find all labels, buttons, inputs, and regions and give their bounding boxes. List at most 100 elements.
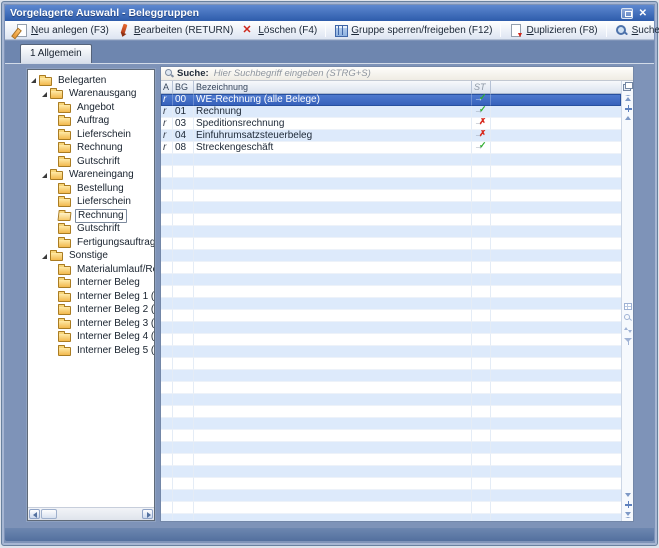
table-row[interactable]: r 01 Rechnung	[161, 106, 621, 118]
cell-filler	[491, 154, 621, 166]
tab-allgemein[interactable]: 1 Allgemein	[20, 44, 92, 63]
cell-bg	[173, 214, 194, 226]
suchen-button[interactable]: Suchen (STRG+S)	[611, 22, 659, 39]
cell-bezeichnung	[194, 370, 472, 382]
bearbeiten-button[interactable]: Bearbeiten (RETURN)	[113, 22, 237, 39]
window-title: Vorgelagerte Auswahl - Beleggruppen	[10, 7, 200, 19]
cell-filler	[491, 274, 621, 286]
cell-bezeichnung	[194, 250, 472, 262]
tree-item[interactable]: Angebot	[28, 101, 154, 115]
table-row-empty	[161, 250, 621, 262]
folder-icon	[58, 277, 71, 289]
cell-filler	[491, 394, 621, 406]
loeschen-button[interactable]: Löschen (F4)	[237, 22, 321, 39]
scroll-page-up-icon[interactable]	[624, 105, 632, 112]
column-header-a[interactable]: A	[161, 81, 173, 94]
cell-bg	[173, 190, 194, 202]
cell-status	[472, 214, 491, 226]
tree-item[interactable]: Wareneingang	[28, 169, 154, 183]
column-header-st[interactable]: ST	[472, 81, 491, 94]
column-header-bg[interactable]: BG	[173, 81, 194, 94]
filter-icon[interactable]	[624, 338, 632, 346]
folder-icon	[58, 196, 71, 208]
column-header-bezeichnung[interactable]: Bezeichnung	[194, 81, 472, 94]
tree-horizontal-scrollbar[interactable]	[28, 507, 154, 520]
cell-status	[472, 490, 491, 502]
close-window-icon[interactable]	[637, 8, 649, 19]
cell-bg: 01	[173, 106, 194, 118]
tree-item[interactable]: Interner Beleg	[28, 277, 154, 291]
table-row[interactable]: r 08 Streckengeschäft	[161, 142, 621, 154]
tree-item[interactable]: Lieferschein	[28, 128, 154, 142]
window-bottom-border	[5, 528, 654, 541]
cell-bg	[173, 358, 194, 370]
cell-status	[472, 466, 491, 478]
tree-item[interactable]: Lieferschein	[28, 196, 154, 210]
tree-item[interactable]: Sonstige	[28, 250, 154, 264]
tree-item-label: Fertigungsauftrag (PPS)	[77, 236, 154, 248]
cell-a	[161, 454, 173, 466]
search-row-icon[interactable]	[624, 314, 632, 322]
tree-item-label: Wareneingang	[69, 169, 134, 181]
scroll-up-icon[interactable]	[625, 116, 631, 120]
table-row[interactable]: r 04 Einfuhrumsatzsteuerbeleg	[161, 130, 621, 142]
tree-item[interactable]: Warenausgang	[28, 88, 154, 102]
sort-icon[interactable]	[624, 326, 632, 334]
duplizieren-button-label: Duplizieren (F8)	[526, 24, 598, 36]
tree-item[interactable]: Interner Beleg 3 (PPS)	[28, 317, 154, 331]
tree-item[interactable]: Rechnung	[28, 208, 154, 223]
tree-item[interactable]: Interner Beleg 2 (PPS)	[28, 304, 154, 318]
loeschen-button-label: Löschen (F4)	[258, 24, 318, 36]
cell-bezeichnung: Rechnung	[194, 106, 472, 118]
tree-item-label: Rechnung	[77, 142, 123, 154]
tree-item[interactable]: Bestellung	[28, 182, 154, 196]
gruppe-sperren-button[interactable]: Gruppe sperren/freigeben (F12)	[330, 22, 496, 39]
cell-status	[472, 94, 491, 106]
table-row-empty	[161, 454, 621, 466]
toolbar-separator	[325, 23, 327, 37]
table-row[interactable]: r 00 WE-Rechnung (alle Belege)	[161, 94, 621, 106]
cell-bg	[173, 226, 194, 238]
tree-item[interactable]: Belegarten	[28, 74, 154, 88]
tree-item[interactable]: Interner Beleg 5 (PPS)	[28, 344, 154, 358]
cell-bg	[173, 334, 194, 346]
scroll-left-icon[interactable]	[29, 509, 40, 519]
cell-a	[161, 262, 173, 274]
cell-status	[472, 130, 491, 142]
duplizieren-button[interactable]: Duplizieren (F8)	[505, 22, 601, 39]
tree-item[interactable]: Fertigungsauftrag (PPS)	[28, 236, 154, 250]
restore-window-icon[interactable]	[620, 7, 633, 19]
cell-filler	[491, 238, 621, 250]
scroll-to-top-icon[interactable]	[625, 95, 631, 101]
arrow-green-check-icon	[474, 142, 488, 152]
scroll-to-bottom-icon[interactable]	[625, 512, 631, 518]
column-chooser-icon[interactable]	[623, 82, 633, 91]
search-bar[interactable]: Suche: Hier Suchbegriff eingeben (STRG+S…	[161, 67, 633, 81]
tree-item[interactable]: Gutschrift	[28, 155, 154, 169]
cell-status	[472, 322, 491, 334]
cell-bg	[173, 202, 194, 214]
scrollbar-thumb[interactable]	[41, 509, 57, 519]
neu-anlegen-button[interactable]: Neu anlegen (F3)	[10, 22, 113, 39]
scroll-page-down-icon[interactable]	[624, 501, 632, 508]
scroll-right-icon[interactable]	[142, 509, 153, 519]
cell-filler	[491, 358, 621, 370]
tree-item[interactable]: Gutschrift	[28, 223, 154, 237]
delete-x-icon	[241, 24, 254, 37]
tree-item[interactable]: Interner Beleg 4 (PPS)	[28, 331, 154, 345]
cell-bg	[173, 418, 194, 430]
tree-item[interactable]: Interner Beleg 1 (PPS)	[28, 290, 154, 304]
table-row-empty	[161, 370, 621, 382]
scroll-down-icon[interactable]	[625, 493, 631, 497]
suchen-button-label: Suchen (STRG+S)	[631, 24, 659, 36]
tree-item[interactable]: Materialumlauf/Reparatur	[28, 263, 154, 277]
tree-item-label: Gutschrift	[77, 223, 120, 235]
grid-view-icon[interactable]	[624, 303, 632, 310]
cell-bg	[173, 178, 194, 190]
cell-bezeichnung	[194, 394, 472, 406]
cell-bezeichnung	[194, 214, 472, 226]
cell-filler	[491, 298, 621, 310]
table-row[interactable]: r 03 Speditionsrechnung	[161, 118, 621, 130]
tree-item[interactable]: Rechnung	[28, 142, 154, 156]
tree-item[interactable]: Auftrag	[28, 115, 154, 129]
